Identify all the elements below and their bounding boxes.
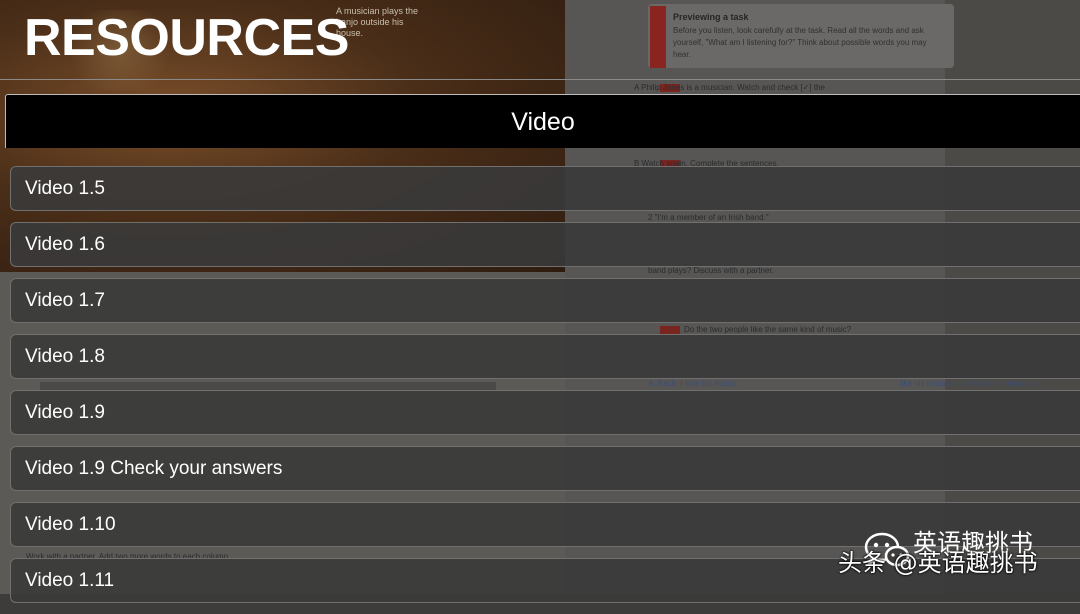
video-item-label: Video 1.11 <box>25 570 115 591</box>
video-dialog: Video Video 1.5 Video 1.6 Video 1.7 Vide… <box>5 94 1080 603</box>
video-item-label: Video 1.9 Check your answers <box>25 458 283 479</box>
video-item-label: Video 1.8 <box>25 346 105 367</box>
watermark-handle: 头条 @英语趣挑书 <box>838 549 1038 577</box>
exercise-line: A Philip Jones is a musician. Watch and … <box>634 83 825 92</box>
video-item-1-9-check-answers[interactable]: Video 1.9 Check your answers <box>10 446 1080 491</box>
video-item-1-5[interactable]: Video 1.5 <box>10 166 1080 211</box>
video-item-label: Video 1.6 <box>25 234 105 255</box>
dialog-title: Video <box>511 108 575 136</box>
video-item-1-6[interactable]: Video 1.6 <box>10 222 1080 267</box>
video-item-1-7[interactable]: Video 1.7 <box>10 278 1080 323</box>
video-item-label: Video 1.5 <box>25 178 105 199</box>
video-item-1-9[interactable]: Video 1.9 <box>10 390 1080 435</box>
video-item-1-8[interactable]: Video 1.8 <box>10 334 1080 379</box>
tip-body: Before you listen, look carefully at the… <box>673 26 927 59</box>
page-title: RESOURCES <box>24 9 349 67</box>
video-item-label: Video 1.7 <box>25 290 105 311</box>
video-item-label: Video 1.9 <box>25 402 105 423</box>
header-divider <box>0 79 1080 80</box>
watermark: 英语趣挑书 头条 @英语趣挑书 <box>838 529 1078 590</box>
tip-title: Previewing a task <box>673 12 749 22</box>
tip-accent-bar <box>650 6 666 68</box>
video-item-label: Video 1.10 <box>25 514 116 535</box>
photo-caption: A musician plays the banjo outside his h… <box>336 6 419 38</box>
dialog-header: Video <box>5 94 1080 148</box>
